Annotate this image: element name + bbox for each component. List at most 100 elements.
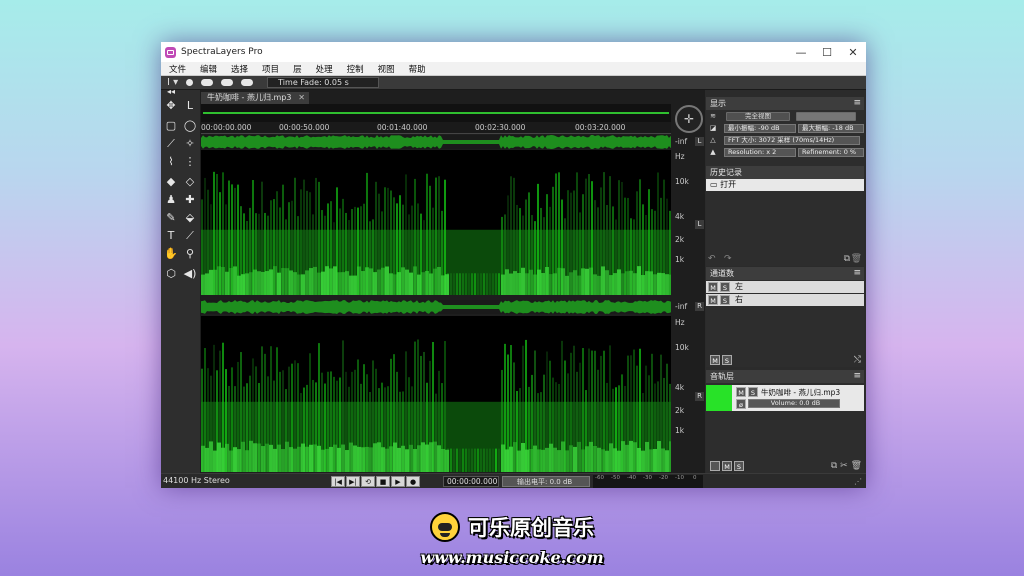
close-button[interactable]: ✕ xyxy=(840,46,866,59)
solo-all-button[interactable]: S xyxy=(722,355,732,365)
spectrogram-bass xyxy=(377,269,381,295)
layer-volume-slider[interactable]: Volume: 0.0 dB xyxy=(748,399,840,408)
solo-button[interactable]: S xyxy=(720,282,730,292)
minimize-button[interactable]: — xyxy=(788,46,814,59)
record-button[interactable]: ● xyxy=(406,476,420,487)
maximize-button[interactable]: ☐ xyxy=(814,46,840,59)
heal-icon[interactable]: ✚ xyxy=(182,192,198,208)
mute-all-button[interactable]: M xyxy=(710,355,720,365)
channel-row-right[interactable]: M S 右 xyxy=(706,294,864,306)
loop-button[interactable]: ⟲ xyxy=(361,476,375,487)
menu-select[interactable]: 选择 xyxy=(231,63,248,75)
resolution-slider[interactable]: Resolution: x 2 xyxy=(724,147,796,157)
time-ruler[interactable]: 00:00:00.000 00:00:50.000 00:01:40.000 0… xyxy=(201,122,671,134)
duplicate-icon[interactable]: ⧉ xyxy=(844,254,850,264)
play-button[interactable]: ▶ xyxy=(391,476,405,487)
output-level-slider[interactable]: 输出电平: 0.0 dB xyxy=(502,476,590,487)
panel-menu-icon[interactable]: ≡ xyxy=(853,370,861,383)
lasso-icon[interactable]: ◯ xyxy=(182,118,198,134)
go-end-button[interactable]: ▶| xyxy=(346,476,360,487)
resize-grip-icon[interactable]: ⋰ xyxy=(854,477,862,486)
hand-tool-icon[interactable]: ✋ xyxy=(163,246,179,262)
menu-process[interactable]: 处理 xyxy=(316,63,333,75)
text-tool-icon[interactable]: T xyxy=(163,228,179,244)
tab-document-label: 牛奶咖啡 - 燕儿归.mp3 xyxy=(207,93,292,102)
layer-row[interactable]: M S 牛奶咖啡 - 燕儿归.mp3 ø Volume: 0.0 dB xyxy=(706,385,864,411)
panel-menu-icon[interactable]: ≡ xyxy=(853,97,861,110)
menu-edit[interactable]: 编辑 xyxy=(200,63,217,75)
contrast-icon: ◪ xyxy=(709,124,717,132)
overview-bar[interactable] xyxy=(201,104,671,122)
line-tool-icon[interactable]: ⌇ xyxy=(163,154,179,170)
undo-icon[interactable]: ↶ xyxy=(708,254,716,264)
fft-size-slider[interactable]: FFT 大小: 3072 采样 (70ms/14Hz) xyxy=(724,135,860,145)
navigator-scope-icon[interactable]: ✛ xyxy=(675,105,703,133)
eraser-icon[interactable]: ◆ xyxy=(163,174,179,190)
refinement-slider[interactable]: Refinement: 0 % xyxy=(798,147,864,157)
fill-icon[interactable]: ⬙ xyxy=(182,210,198,226)
history-item[interactable]: ▭ 打开 xyxy=(706,179,864,191)
speaker-icon[interactable]: ◀) xyxy=(182,266,198,282)
mute-button[interactable]: M xyxy=(708,295,718,305)
overview-range[interactable] xyxy=(203,112,669,114)
history-panel-header: 历史记录 xyxy=(706,166,864,179)
menu-help[interactable]: 帮助 xyxy=(409,63,426,75)
phase-icon[interactable]: ø xyxy=(736,398,746,409)
panel-menu-icon[interactable]: ≡ xyxy=(853,267,861,280)
brush-size-xlarge-icon[interactable] xyxy=(241,79,254,86)
solo-button[interactable]: S xyxy=(720,295,730,305)
spectrogram-bass xyxy=(265,271,269,295)
3d-view-icon[interactable]: ⬡ xyxy=(163,266,179,282)
menu-file[interactable]: 文件 xyxy=(169,63,186,75)
channel-row-left[interactable]: M S 左 xyxy=(706,281,864,293)
inf-label: -inf xyxy=(675,137,688,146)
time-fade-field[interactable]: Time Fade: 0.05 s xyxy=(267,77,380,88)
rect-select-icon[interactable]: ▢ xyxy=(163,118,179,134)
go-start-button[interactable]: |◀ xyxy=(331,476,345,487)
trash-icon[interactable]: 🗑 xyxy=(851,254,862,264)
time-select-icon[interactable]: L xyxy=(182,98,198,114)
stamp-icon[interactable]: ♟ xyxy=(163,192,179,208)
layers-panel: 音轨层 ≡ M S 牛奶咖啡 - 燕儿归.mp3 ø Volume: 0.0 d… xyxy=(706,370,864,473)
brush-select-icon[interactable]: ⟋ xyxy=(163,136,179,152)
layer-actions-icon[interactable]: ⧉ ✂ 🗑 xyxy=(831,461,862,471)
tab-close-icon[interactable]: ✕ xyxy=(298,92,305,104)
menu-layer[interactable]: 层 xyxy=(293,63,302,75)
brush-size-small-icon[interactable] xyxy=(186,79,194,86)
mute-button[interactable]: M xyxy=(708,282,718,292)
max-amplitude-slider[interactable]: 最大振幅: -18 dB xyxy=(798,123,864,133)
spectrogram-bass xyxy=(201,445,205,472)
pen-icon[interactable]: ✎ xyxy=(163,210,179,226)
layer-mute-button[interactable]: M xyxy=(736,387,746,397)
zoom-tool-icon[interactable]: ⚲ xyxy=(182,246,198,262)
menu-project[interactable]: 项目 xyxy=(262,63,279,75)
min-amplitude-slider[interactable]: 最小振幅: -90 dB xyxy=(724,123,796,133)
spectrogram-bass xyxy=(577,275,581,295)
magic-wand-icon[interactable]: ✧ xyxy=(182,136,198,152)
stop-button[interactable]: ■ xyxy=(376,476,390,487)
eraser-soft-icon[interactable]: ◇ xyxy=(182,174,198,190)
tab-document[interactable]: 牛奶咖啡 - 燕儿归.mp3 ✕ xyxy=(201,92,309,104)
waveform-left[interactable] xyxy=(201,135,671,149)
spectrogram-bass xyxy=(629,270,633,295)
layers-view-icon[interactable]: ≋ xyxy=(706,112,720,120)
move-tool-icon[interactable]: ✥ xyxy=(163,98,179,114)
solo-all-layers-button[interactable]: S xyxy=(734,461,744,471)
spectrogram-right[interactable] xyxy=(201,316,671,472)
spectrogram-bass xyxy=(425,271,429,295)
eyedropper-icon[interactable]: ⟋ xyxy=(182,228,198,244)
full-view-button[interactable]: 完全视图 xyxy=(726,111,790,121)
split-icon[interactable]: ⤭ xyxy=(854,355,861,365)
spectrogram-left[interactable] xyxy=(201,150,671,295)
layer-blank-button[interactable] xyxy=(710,461,720,471)
redo-icon[interactable]: ↷ xyxy=(724,254,732,264)
waveform-right[interactable] xyxy=(201,300,671,314)
menu-control[interactable]: 控制 xyxy=(347,63,364,75)
layer-solo-button[interactable]: S xyxy=(748,387,758,397)
harmonic-tool-icon[interactable]: ⋮ xyxy=(182,154,198,170)
menu-view[interactable]: 视图 xyxy=(378,63,395,75)
brush-size-medium-icon[interactable] xyxy=(201,79,214,86)
brush-size-large-icon[interactable] xyxy=(221,79,234,86)
display-mode-select[interactable] xyxy=(796,111,856,121)
mute-all-layers-button[interactable]: M xyxy=(722,461,732,471)
